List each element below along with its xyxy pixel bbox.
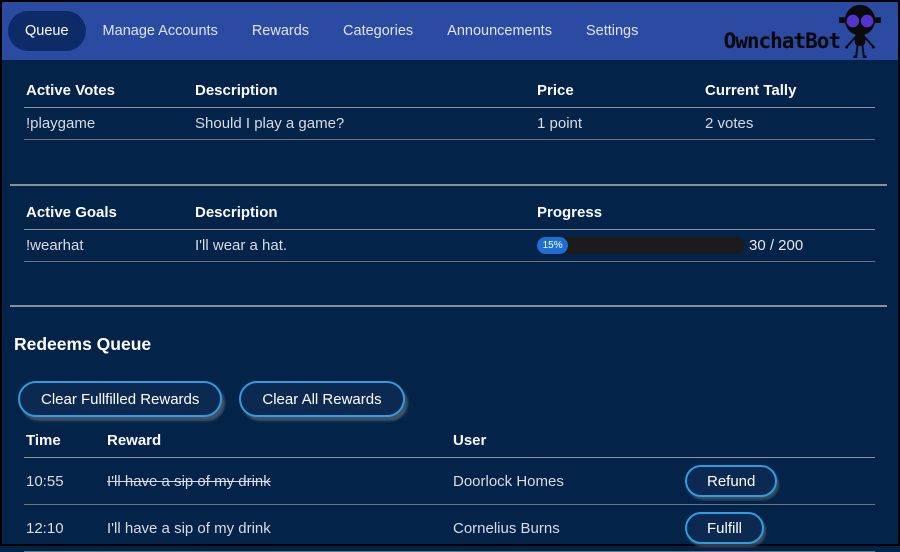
redeem-reward: I'll have a sip of my drink — [105, 458, 451, 505]
vote-price: 1 point — [535, 108, 703, 140]
app-logo-text: OwnchatBot — [724, 29, 840, 53]
tab-rewards[interactable]: Rewards — [235, 11, 326, 51]
clear-fulfilled-rewards-button[interactable]: Clear Fullfilled Rewards — [18, 381, 222, 417]
tab-settings[interactable]: Settings — [569, 11, 655, 51]
redeems-toolbar: Clear Fullfilled Rewards Clear All Rewar… — [18, 381, 898, 417]
main-content: Active Votes Description Price Current T… — [2, 80, 898, 552]
section-divider — [10, 305, 887, 307]
redeems-header-reward: Reward — [105, 430, 451, 458]
fulfill-button[interactable]: Fulfill — [685, 512, 764, 544]
goals-header-description: Description — [193, 202, 535, 230]
progress-count: 30 / 200 — [749, 237, 803, 254]
redeem-time: 10:55 — [24, 458, 105, 505]
refund-button[interactable]: Refund — [685, 465, 777, 497]
votes-header-tally: Current Tally — [703, 80, 875, 108]
progress-bar-fill: 15% — [537, 237, 568, 254]
tab-manage-accounts[interactable]: Manage Accounts — [86, 11, 235, 51]
redeems-queue-title: Redeems Queue — [14, 334, 898, 355]
app-logo: OwnchatBot — [724, 2, 884, 60]
redeem-user: Doorlock Homes — [451, 458, 683, 505]
vote-description: Should I play a game? — [193, 108, 535, 140]
goals-header-progress: Progress — [535, 202, 875, 230]
table-row: 10:55 I'll have a sip of my drink Doorlo… — [24, 458, 875, 505]
navbar: Queue Manage Accounts Rewards Categories… — [2, 2, 898, 60]
goal-description: I'll wear a hat. — [193, 230, 535, 262]
table-row: !playgame Should I play a game? 1 point … — [24, 108, 875, 140]
redeem-reward: I'll have a sip of my drink — [105, 505, 451, 552]
redeems-header-time: Time — [24, 430, 105, 458]
progress-bar-track: 15% — [537, 237, 745, 254]
table-row: 12:10 I'll have a sip of my drink Cornel… — [24, 505, 875, 552]
clear-all-rewards-button[interactable]: Clear All Rewards — [239, 381, 404, 417]
goals-header-command: Active Goals — [24, 202, 193, 230]
robot-mascot-icon — [836, 3, 884, 60]
votes-header-command: Active Votes — [24, 80, 193, 108]
tab-announcements[interactable]: Announcements — [430, 11, 569, 51]
active-votes-table: Active Votes Description Price Current T… — [24, 80, 875, 140]
table-row: !wearhat I'll wear a hat. 15% 30 / 200 — [24, 230, 875, 262]
redeems-header-user: User — [451, 430, 683, 458]
votes-header-description: Description — [193, 80, 535, 108]
tab-queue[interactable]: Queue — [8, 11, 86, 51]
redeem-time: 12:10 — [24, 505, 105, 552]
redeem-user: Cornelius Burns — [451, 505, 683, 552]
goal-progress: 15% 30 / 200 — [537, 237, 875, 254]
redeems-queue-table: Time Reward User 10:55 I'll have a sip o… — [24, 430, 875, 552]
goal-command: !wearhat — [24, 230, 193, 262]
section-divider — [10, 184, 887, 186]
vote-command: !playgame — [24, 108, 193, 140]
vote-tally: 2 votes — [703, 108, 875, 140]
active-goals-table: Active Goals Description Progress !wearh… — [24, 202, 875, 262]
votes-header-price: Price — [535, 80, 703, 108]
redeems-header-action — [683, 430, 875, 458]
tab-categories[interactable]: Categories — [326, 11, 430, 51]
